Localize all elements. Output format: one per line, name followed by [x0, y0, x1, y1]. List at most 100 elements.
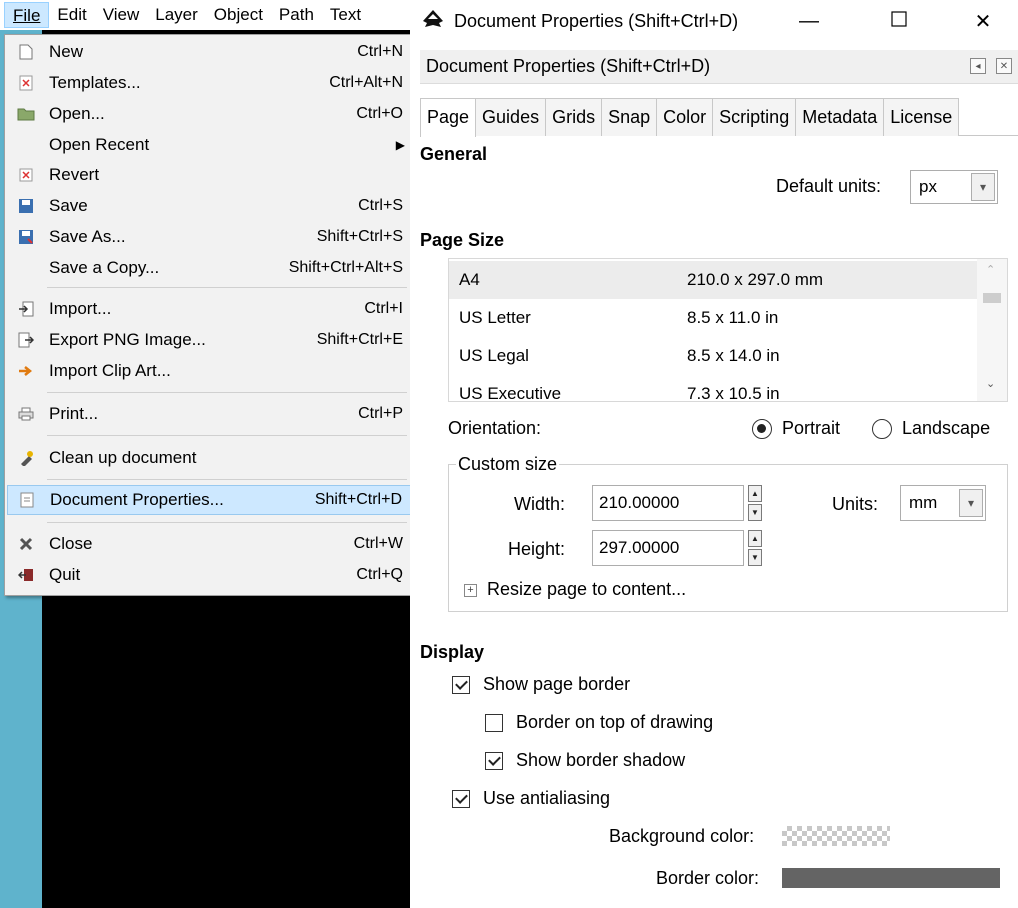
dock-iconify-icon[interactable]: ◂	[970, 58, 986, 74]
use-antialiasing-label[interactable]: Use antialiasing	[483, 788, 610, 809]
use-antialiasing-checkbox[interactable]	[452, 790, 470, 808]
menu-object[interactable]: Object	[206, 2, 271, 28]
maximize-button[interactable]	[864, 0, 934, 42]
resize-page-expander[interactable]: Resize page to content...	[487, 579, 686, 600]
decrement-icon[interactable]: ▼	[748, 549, 762, 566]
document-properties-panel: Document Properties (Shift+Ctrl+D) ◂ ✕ P…	[410, 42, 1018, 908]
minimize-icon: —	[799, 9, 819, 32]
new-doc-icon	[15, 41, 37, 63]
menu-item-clean-up[interactable]: Clean up document	[7, 443, 417, 473]
menu-separator	[47, 435, 407, 436]
list-item[interactable]: US Legal 8.5 x 14.0 in	[449, 337, 977, 375]
decrement-icon[interactable]: ▼	[748, 504, 762, 521]
tab-metadata[interactable]: Metadata	[795, 98, 885, 136]
scroll-up-icon[interactable]: ⌃	[986, 263, 995, 276]
border-on-top-checkbox[interactable]	[485, 714, 503, 732]
scroll-down-icon[interactable]: ⌄	[986, 377, 995, 390]
section-general: General	[420, 144, 488, 164]
landscape-radio[interactable]	[872, 419, 892, 439]
menu-item-import-clip-art[interactable]: Import Clip Art...	[7, 356, 417, 386]
clean-up-icon	[15, 447, 37, 469]
menu-separator	[47, 479, 407, 480]
menu-item-revert[interactable]: Revert	[7, 160, 417, 190]
show-border-shadow-checkbox[interactable]	[485, 752, 503, 770]
orientation-label: Orientation:	[448, 418, 542, 438]
save-icon	[15, 195, 37, 217]
menu-item-save-as[interactable]: Save As... Shift+Ctrl+S	[7, 222, 417, 252]
close-button[interactable]: ✕	[948, 0, 1018, 42]
menu-item-open-recent[interactable]: Open Recent ▶	[7, 130, 417, 160]
expand-icon[interactable]: +	[464, 584, 477, 597]
tab-guides[interactable]: Guides	[475, 98, 547, 136]
portrait-radio[interactable]	[752, 419, 772, 439]
portrait-label[interactable]: Portrait	[782, 418, 840, 439]
inkscape-logo-icon	[420, 8, 446, 34]
section-page-size: Page Size	[420, 230, 505, 250]
menu-item-open[interactable]: Open... Ctrl+O	[7, 99, 417, 129]
menu-item-import[interactable]: Import... Ctrl+I	[7, 294, 417, 324]
section-display: Display	[420, 642, 485, 662]
menu-item-new[interactable]: New Ctrl+N	[7, 37, 417, 67]
menu-view[interactable]: View	[95, 2, 148, 28]
maximize-icon	[891, 10, 907, 33]
tab-license[interactable]: License	[883, 98, 960, 136]
list-item[interactable]: A4 210.0 x 297.0 mm	[449, 261, 977, 299]
menu-item-save-copy[interactable]: Save a Copy... Shift+Ctrl+Alt+S	[7, 253, 417, 283]
list-item[interactable]: US Letter 8.5 x 11.0 in	[449, 299, 977, 337]
landscape-label[interactable]: Landscape	[902, 418, 990, 439]
height-stepper[interactable]: ▲ ▼	[748, 530, 762, 566]
clip-art-icon	[15, 360, 37, 382]
menu-file[interactable]: File	[4, 2, 50, 28]
document-properties-icon	[16, 489, 38, 511]
tab-scripting[interactable]: Scripting	[712, 98, 797, 136]
show-border-shadow-label[interactable]: Show border shadow	[516, 750, 685, 771]
menu-item-save[interactable]: Save Ctrl+S	[7, 191, 417, 221]
tab-bar: Page Guides Grids Snap Color Scripting M…	[420, 98, 1018, 137]
custom-size-legend: Custom size	[456, 454, 560, 475]
units-select[interactable]: mm ▾	[900, 485, 986, 521]
import-icon	[15, 298, 37, 320]
increment-icon[interactable]: ▲	[748, 530, 762, 547]
increment-icon[interactable]: ▲	[748, 485, 762, 502]
quit-icon	[15, 564, 37, 586]
border-on-top-label[interactable]: Border on top of drawing	[516, 712, 713, 733]
save-as-icon	[15, 226, 37, 248]
tab-page[interactable]: Page	[420, 98, 477, 137]
width-label: Width:	[514, 494, 566, 514]
revert-icon	[15, 164, 37, 186]
menu-layer[interactable]: Layer	[147, 2, 206, 28]
menu-edit[interactable]: Edit	[49, 2, 94, 28]
menu-path[interactable]: Path	[271, 2, 322, 28]
dock-close-icon[interactable]: ✕	[996, 58, 1012, 74]
menu-item-print[interactable]: Print... Ctrl+P	[7, 399, 417, 429]
menu-item-export-png[interactable]: Export PNG Image... Shift+Ctrl+E	[7, 325, 417, 355]
height-label: Height:	[508, 539, 566, 559]
menu-item-close[interactable]: Close Ctrl+W	[7, 529, 417, 559]
width-input[interactable]: 210.00000	[592, 485, 744, 521]
width-stepper[interactable]: ▲ ▼	[748, 485, 762, 521]
window-title-bar[interactable]: Document Properties (Shift+Ctrl+D) — ✕	[410, 0, 1018, 42]
background-color-swatch[interactable]	[782, 826, 890, 846]
menu-text[interactable]: Text	[322, 2, 369, 28]
minimize-button[interactable]: —	[774, 0, 844, 42]
list-scrollbar[interactable]: ⌃ ⌄	[977, 259, 1007, 401]
units-label: Units:	[832, 494, 879, 514]
dock-title: Document Properties (Shift+Ctrl+D)	[426, 56, 711, 76]
show-page-border-label[interactable]: Show page border	[483, 674, 630, 695]
window-title: Document Properties (Shift+Ctrl+D)	[454, 10, 739, 31]
default-units-select[interactable]: px ▾	[910, 170, 998, 204]
menu-item-templates[interactable]: Templates... Ctrl+Alt+N	[7, 68, 417, 98]
tab-color[interactable]: Color	[656, 98, 714, 136]
menu-item-quit[interactable]: Quit Ctrl+Q	[7, 560, 417, 590]
menu-separator	[47, 287, 407, 288]
border-color-swatch[interactable]	[782, 868, 1000, 888]
scrollbar-thumb[interactable]	[983, 293, 1001, 303]
menu-item-document-properties[interactable]: Document Properties... Shift+Ctrl+D	[7, 485, 417, 515]
list-item[interactable]: US Executive 7.3 x 10.5 in	[449, 375, 977, 401]
height-input[interactable]: 297.00000	[592, 530, 744, 566]
tab-grids[interactable]: Grids	[545, 98, 603, 136]
submenu-arrow-icon: ▶	[395, 138, 405, 152]
show-page-border-checkbox[interactable]	[452, 676, 470, 694]
page-size-list[interactable]: A4 210.0 x 297.0 mm US Letter 8.5 x 11.0…	[448, 258, 1008, 402]
tab-snap[interactable]: Snap	[601, 98, 658, 136]
